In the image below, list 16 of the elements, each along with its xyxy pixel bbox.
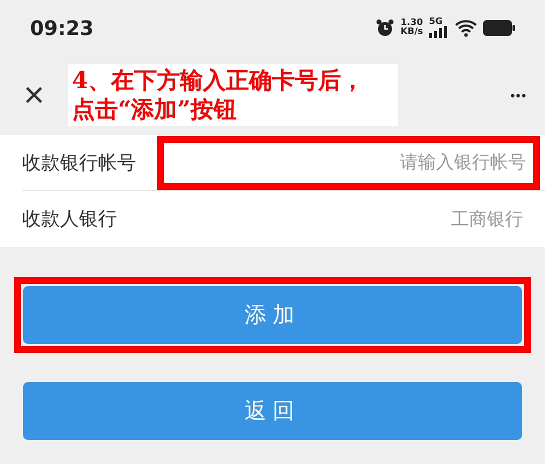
speed-unit: KB/s [400, 28, 423, 36]
signal-icon [429, 26, 449, 38]
field-label: 收款人银行 [22, 207, 118, 232]
status-time: 09:23 [30, 16, 94, 40]
network-type: 5G [429, 18, 444, 26]
more-button[interactable]: ••• [510, 88, 527, 102]
battery-icon [483, 20, 515, 36]
field-label: 收款银行帐号 [22, 150, 137, 176]
speed-value: 1.30 [400, 18, 423, 28]
alarm-clock-icon [374, 18, 395, 38]
field-value: 工商银行 [451, 208, 523, 231]
account-input-field[interactable]: 请输入银行帐号 [157, 136, 540, 190]
annotation-text: 点击“添加”按钮 [72, 95, 238, 124]
annotation-text: 4、在下方输入正确卡号后， [72, 66, 366, 95]
wifi-icon [455, 18, 477, 36]
close-button[interactable]: × [18, 74, 50, 116]
